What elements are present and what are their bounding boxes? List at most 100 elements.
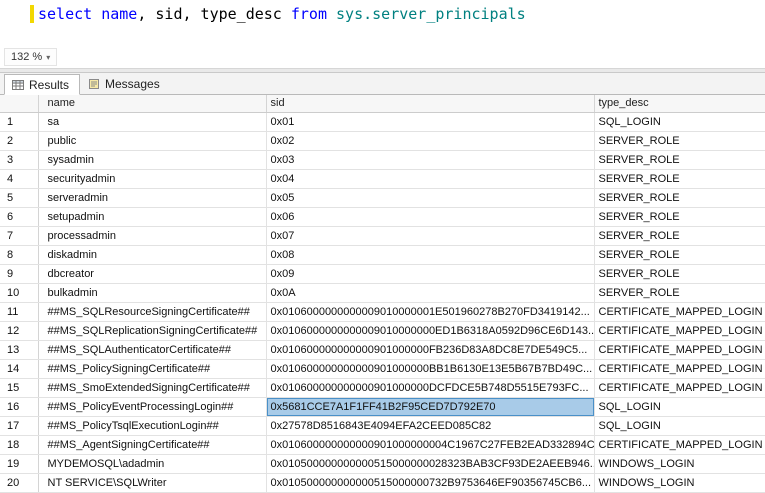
sid-cell[interactable]: 0x01 bbox=[266, 112, 595, 132]
name-cell[interactable]: public bbox=[38, 131, 267, 151]
table-row: 15 ##MS_SmoExtendedSigningCertificate## 0x… bbox=[0, 378, 765, 398]
row-number-cell[interactable]: 2 bbox=[0, 131, 39, 151]
row-number-cell[interactable]: 9 bbox=[0, 264, 39, 284]
type-desc-cell[interactable]: CERTIFICATE_MAPPED_LOGIN bbox=[594, 378, 765, 398]
sid-cell[interactable]: 0x010600000000000901000000DCFDCE5B748D55… bbox=[266, 378, 595, 398]
row-number-cell[interactable]: 17 bbox=[0, 416, 39, 436]
column-header-sid[interactable]: sid bbox=[266, 95, 595, 113]
row-number-cell[interactable]: 19 bbox=[0, 454, 39, 474]
type-desc-cell[interactable]: CERTIFICATE_MAPPED_LOGIN bbox=[594, 359, 765, 379]
name-cell[interactable]: setupadmin bbox=[38, 207, 267, 227]
row-number-cell[interactable]: 11 bbox=[0, 302, 39, 322]
name-cell[interactable]: sysadmin bbox=[38, 150, 267, 170]
table-row: 9 dbcreator 0x09 SERVER_ROLE bbox=[0, 264, 765, 284]
row-number-cell[interactable]: 15 bbox=[0, 378, 39, 398]
sid-cell[interactable]: 0x05 bbox=[266, 188, 595, 208]
header-row: name sid type_desc bbox=[0, 95, 765, 113]
tab-messages[interactable]: Messages bbox=[80, 73, 171, 94]
sid-cell-selected[interactable]: 0x5681CCE7A1F1FF41B2F95CED7D792E70 bbox=[266, 397, 595, 417]
name-cell[interactable]: bulkadmin bbox=[38, 283, 267, 303]
sid-cell[interactable]: 0x03 bbox=[266, 150, 595, 170]
row-number-cell[interactable]: 5 bbox=[0, 188, 39, 208]
row-number-cell[interactable]: 1 bbox=[0, 112, 39, 132]
name-cell[interactable]: ##MS_SQLReplicationSigningCertificate## bbox=[38, 321, 267, 341]
table-row: 20 NT SERVICE\SQLWriter 0x0105000000000005… bbox=[0, 473, 765, 493]
type-desc-cell[interactable]: SERVER_ROLE bbox=[594, 188, 765, 208]
row-number-cell[interactable]: 8 bbox=[0, 245, 39, 265]
row-number-cell[interactable]: 10 bbox=[0, 283, 39, 303]
row-number-cell[interactable]: 3 bbox=[0, 150, 39, 170]
name-cell[interactable]: ##MS_SmoExtendedSigningCertificate## bbox=[38, 378, 267, 398]
type-desc-cell[interactable]: SQL_LOGIN bbox=[594, 112, 765, 132]
name-cell[interactable]: ##MS_PolicyTsqlExecutionLogin## bbox=[38, 416, 267, 436]
name-cell[interactable]: securityadmin bbox=[38, 169, 267, 189]
type-desc-cell[interactable]: CERTIFICATE_MAPPED_LOGIN bbox=[594, 321, 765, 341]
sid-cell[interactable]: 0x27578D8516843E4094EFA2CEED085C82 bbox=[266, 416, 595, 436]
sid-cell[interactable]: 0x02 bbox=[266, 131, 595, 151]
sid-cell[interactable]: 0x010600000000000901000000BB1B6130E13E5B… bbox=[266, 359, 595, 379]
name-cell[interactable]: ##MS_PolicyEventProcessingLogin## bbox=[38, 397, 267, 417]
type-desc-cell[interactable]: SERVER_ROLE bbox=[594, 226, 765, 246]
type-desc-cell[interactable]: SERVER_ROLE bbox=[594, 150, 765, 170]
sid-cell[interactable]: 0x08 bbox=[266, 245, 595, 265]
corner-header-cell[interactable] bbox=[0, 95, 39, 113]
row-number-cell[interactable]: 13 bbox=[0, 340, 39, 360]
row-number-cell[interactable]: 16 bbox=[0, 397, 39, 417]
name-cell[interactable]: processadmin bbox=[38, 226, 267, 246]
name-cell[interactable]: dbcreator bbox=[38, 264, 267, 284]
sid-cell[interactable]: 0x09 bbox=[266, 264, 595, 284]
type-desc-cell[interactable]: CERTIFICATE_MAPPED_LOGIN bbox=[594, 435, 765, 455]
row-number-cell[interactable]: 12 bbox=[0, 321, 39, 341]
table-row: 8 diskadmin 0x08 SERVER_ROLE bbox=[0, 245, 765, 265]
chevron-down-icon: ▾ bbox=[46, 52, 51, 62]
sid-cell[interactable]: 0x06 bbox=[266, 207, 595, 227]
sid-cell[interactable]: 0x010500000000000515000000028323BAB3CF93… bbox=[266, 454, 595, 474]
sid-cell[interactable]: 0x0106000000000009010000000ED1B6318A0592… bbox=[266, 321, 595, 341]
sid-cell[interactable]: 0x04 bbox=[266, 169, 595, 189]
row-number-cell[interactable]: 6 bbox=[0, 207, 39, 227]
sid-cell[interactable]: 0x010500000000000515000000732B9753646EF9… bbox=[266, 473, 595, 493]
sid-cell[interactable]: 0x010600000000000901000000FB236D83A8DC8E… bbox=[266, 340, 595, 360]
name-cell[interactable]: diskadmin bbox=[38, 245, 267, 265]
name-cell[interactable]: serveradmin bbox=[38, 188, 267, 208]
tab-results[interactable]: Results bbox=[4, 74, 81, 95]
table-row: 18 ##MS_AgentSigningCertificate## 0x010600… bbox=[0, 435, 765, 455]
sid-cell[interactable]: 0x0A bbox=[266, 283, 595, 303]
row-number-cell[interactable]: 14 bbox=[0, 359, 39, 379]
name-cell[interactable]: NT SERVICE\SQLWriter bbox=[38, 473, 267, 493]
type-desc-cell[interactable]: SERVER_ROLE bbox=[594, 169, 765, 189]
type-desc-cell[interactable]: WINDOWS_LOGIN bbox=[594, 454, 765, 474]
code-token-keyword: from bbox=[290, 5, 327, 23]
type-desc-cell[interactable]: SQL_LOGIN bbox=[594, 397, 765, 417]
sql-query-line[interactable]: select name, sid, type_desc from sys.ser… bbox=[38, 5, 526, 23]
zoom-control[interactable]: 132 % ▾ bbox=[4, 48, 58, 66]
row-number-cell[interactable]: 20 bbox=[0, 473, 39, 493]
sid-cell[interactable]: 0x010600000000000901000000004C1967C27FEB… bbox=[266, 435, 595, 455]
name-cell[interactable]: MYDEMOSQL\adadmin bbox=[38, 454, 267, 474]
sid-cell[interactable]: 0x07 bbox=[266, 226, 595, 246]
type-desc-cell[interactable]: CERTIFICATE_MAPPED_LOGIN bbox=[594, 302, 765, 322]
name-cell[interactable]: ##MS_SQLAuthenticatorCertificate## bbox=[38, 340, 267, 360]
type-desc-cell[interactable]: SERVER_ROLE bbox=[594, 245, 765, 265]
type-desc-cell[interactable]: SERVER_ROLE bbox=[594, 283, 765, 303]
row-number-cell[interactable]: 18 bbox=[0, 435, 39, 455]
row-number-cell[interactable]: 7 bbox=[0, 226, 39, 246]
type-desc-cell[interactable]: SERVER_ROLE bbox=[594, 207, 765, 227]
name-cell[interactable]: ##MS_AgentSigningCertificate## bbox=[38, 435, 267, 455]
name-cell[interactable]: sa bbox=[38, 112, 267, 132]
modified-line-indicator bbox=[30, 5, 34, 23]
table-row: 16 ##MS_PolicyEventProcessingLogin## 0x568… bbox=[0, 397, 765, 417]
name-cell[interactable]: ##MS_PolicySigningCertificate## bbox=[38, 359, 267, 379]
query-editor[interactable]: select name, sid, type_desc from sys.ser… bbox=[0, 0, 765, 46]
row-number-cell[interactable]: 4 bbox=[0, 169, 39, 189]
type-desc-cell[interactable]: WINDOWS_LOGIN bbox=[594, 473, 765, 493]
type-desc-cell[interactable]: SQL_LOGIN bbox=[594, 416, 765, 436]
column-header-name[interactable]: name bbox=[38, 95, 267, 113]
sid-cell[interactable]: 0x0106000000000009010000001E501960278B27… bbox=[266, 302, 595, 322]
type-desc-cell[interactable]: CERTIFICATE_MAPPED_LOGIN bbox=[594, 340, 765, 360]
type-desc-cell[interactable]: SERVER_ROLE bbox=[594, 264, 765, 284]
name-cell[interactable]: ##MS_SQLResourceSigningCertificate## bbox=[38, 302, 267, 322]
column-header-type-desc[interactable]: type_desc bbox=[594, 95, 765, 113]
type-desc-cell[interactable]: SERVER_ROLE bbox=[594, 131, 765, 151]
table-row: 2 public 0x02 SERVER_ROLE bbox=[0, 131, 765, 151]
